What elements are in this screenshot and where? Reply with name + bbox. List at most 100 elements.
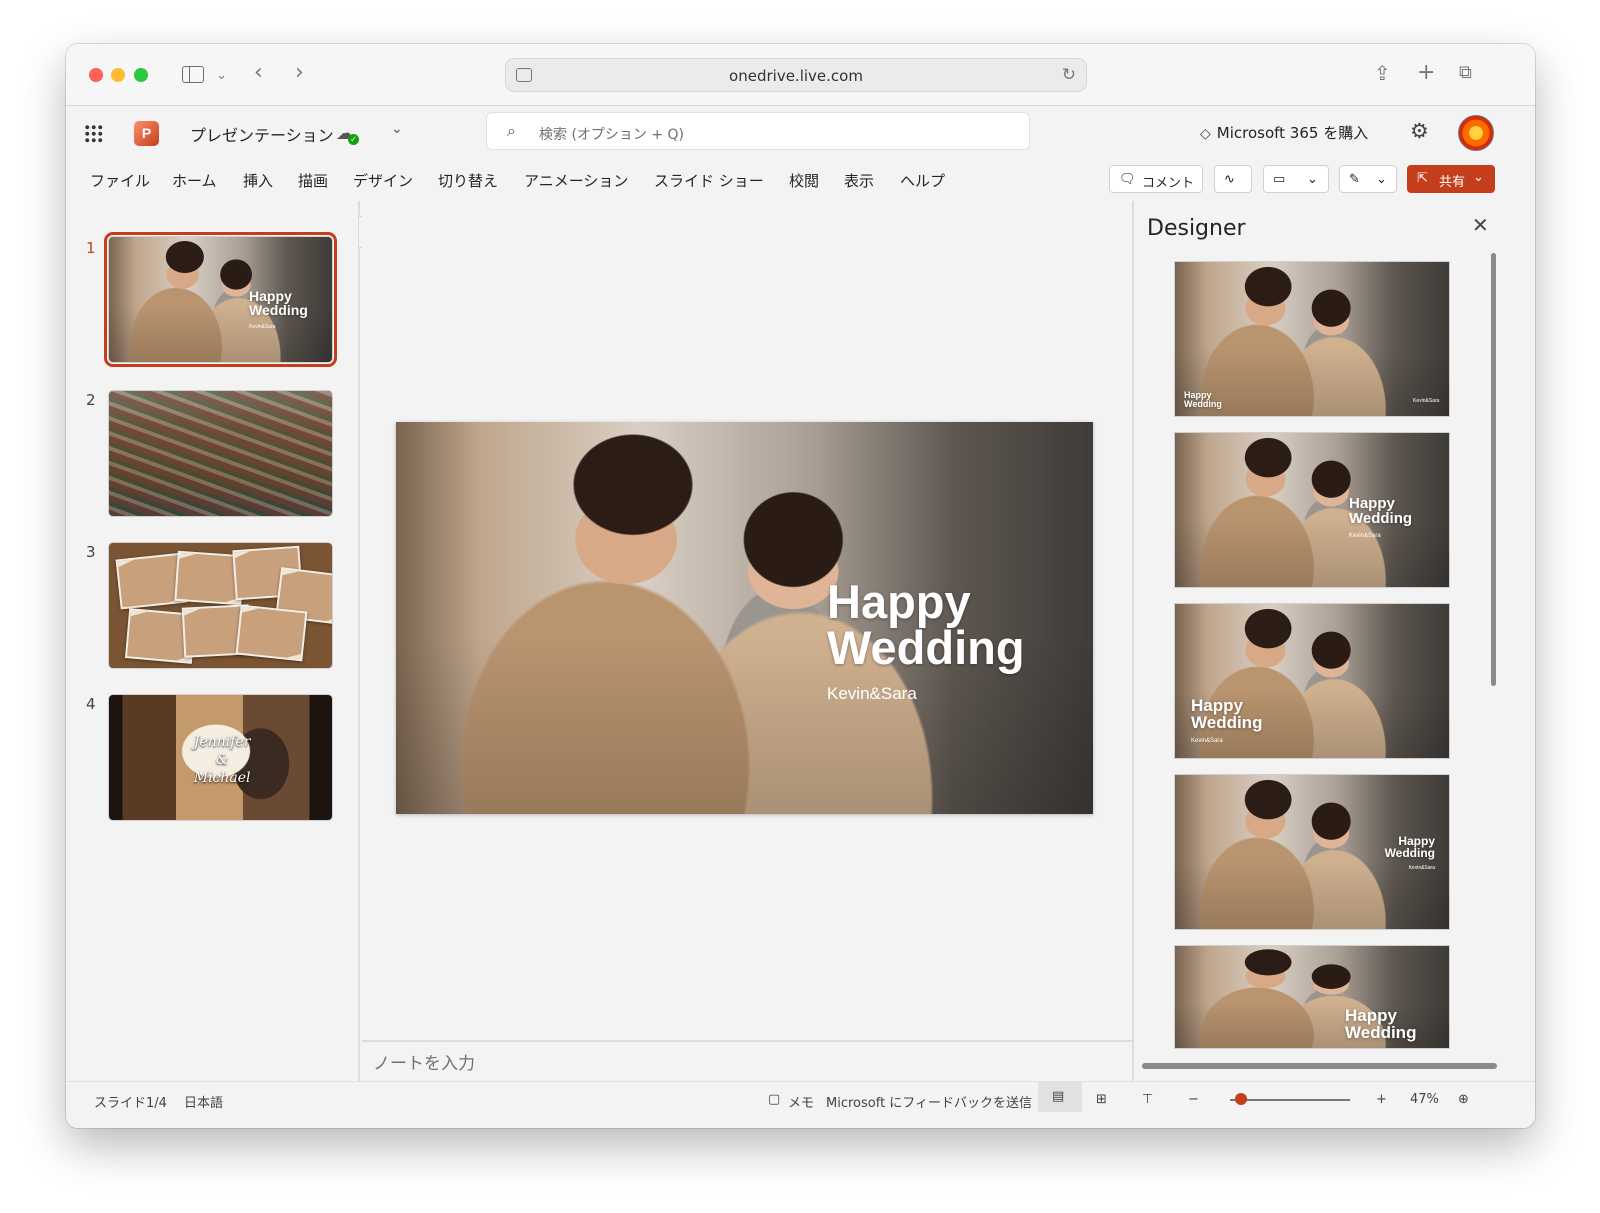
vertical-scrollbar[interactable] <box>1491 253 1496 686</box>
slide-thumbnails-panel: 1 Happy Wedding Kevin&Sara 2 3 4 Jennife… <box>66 201 360 1081</box>
slide-thumbnail-3[interactable] <box>108 542 333 669</box>
ribbon-tabs: ファイル ホーム 挿入 描画 デザイン 切り替え アニメーション スライド ショ… <box>66 157 1535 201</box>
check-icon: ✓ <box>348 134 359 145</box>
share-icon[interactable]: ⇪ <box>1374 62 1391 84</box>
tab-view[interactable]: 表示 <box>844 170 874 191</box>
editing-mode-button[interactable]: ✎ ⌄ <box>1339 165 1397 193</box>
close-icon[interactable]: ✕ <box>1472 213 1489 237</box>
zoom-window-button[interactable] <box>134 68 148 82</box>
chevron-down-icon[interactable]: ⌄ <box>216 65 227 87</box>
photo-collage <box>109 543 332 668</box>
design-title: Happy Wedding <box>1191 697 1262 731</box>
slide-counter: スライド1/4 <box>94 1096 167 1111</box>
title-line: Wedding <box>1345 1022 1417 1042</box>
horizontal-scrollbar[interactable] <box>1142 1063 1497 1069</box>
tab-help[interactable]: ヘルプ <box>900 170 945 191</box>
diamond-icon: ◇ <box>1200 126 1211 142</box>
slide-subtitle[interactable]: Kevin&Sara <box>827 684 917 704</box>
slide-thumbnail-4[interactable]: Jennifer & Michael <box>108 694 333 821</box>
slide-number: 1 <box>86 239 96 257</box>
document-title[interactable]: プレゼンテーション <box>190 122 334 146</box>
new-tab-icon[interactable]: + <box>1417 62 1435 84</box>
pencil-icon: ✎ <box>1349 172 1360 187</box>
address-bar[interactable]: onedrive.live.com ↻ <box>505 58 1087 92</box>
sidebar-icon[interactable] <box>182 66 204 83</box>
title-line: Wedding <box>827 621 1025 675</box>
reload-icon[interactable]: ↻ <box>1062 65 1076 85</box>
main-slide[interactable]: Happy Wedding Kevin&Sara <box>396 422 1093 814</box>
back-icon[interactable]: ‹ <box>254 62 263 84</box>
reading-view-icon[interactable]: ⊤ <box>1142 1092 1153 1107</box>
search-placeholder: 検索 (オプション + Q) <box>539 127 685 143</box>
comment-button[interactable]: 🗨 コメント <box>1109 165 1203 193</box>
chevron-down-icon[interactable]: ⌄ <box>391 121 403 137</box>
powerpoint-logo-icon[interactable]: P <box>134 121 159 146</box>
tab-transitions[interactable]: 切り替え <box>438 170 498 191</box>
minimize-window-button[interactable] <box>111 68 125 82</box>
tab-design[interactable]: デザイン <box>353 170 413 191</box>
app-launcher-icon[interactable] <box>84 124 103 143</box>
slide-title[interactable]: Happy Wedding <box>827 578 1025 675</box>
close-window-button[interactable] <box>89 68 103 82</box>
search-box[interactable]: ⌕ 検索 (オプション + Q) <box>486 112 1030 150</box>
tab-file[interactable]: ファイル <box>90 170 150 191</box>
tab-insert[interactable]: 挿入 <box>243 170 273 191</box>
couple-photo <box>1175 604 1449 758</box>
aerial-city-photo <box>109 391 332 516</box>
tab-draw[interactable]: 描画 <box>298 170 328 191</box>
buy-microsoft-365-button[interactable]: ◇ Microsoft 365 を購入 <box>1200 122 1368 143</box>
chevron-down-icon: ⌄ <box>1307 172 1318 187</box>
search-icon: ⌕ <box>507 121 516 140</box>
present-button[interactable]: ▭ ⌄ <box>1263 165 1329 193</box>
catch-up-button[interactable]: ∿ <box>1214 165 1252 193</box>
zoom-level[interactable]: 47% <box>1410 1092 1439 1107</box>
slide-thumbnail-2[interactable] <box>108 390 333 517</box>
slide-number: 3 <box>86 543 96 561</box>
notes-icon[interactable]: ▢ <box>768 1092 780 1107</box>
zoom-in-button[interactable]: + <box>1376 1092 1387 1107</box>
notes-button[interactable]: メモ <box>788 1092 814 1111</box>
zoom-out-button[interactable]: − <box>1188 1092 1199 1107</box>
slide-number: 2 <box>86 391 96 409</box>
fit-slide-icon[interactable]: ⊕ <box>1458 1092 1469 1107</box>
zoom-slider-thumb[interactable] <box>1235 1093 1248 1105</box>
gear-icon[interactable]: ⚙ <box>1410 119 1429 143</box>
title-line: Wedding <box>249 301 308 318</box>
design-idea-2[interactable]: Happy Wedding Kevin&Sara <box>1174 432 1450 588</box>
forward-icon[interactable]: › <box>295 62 304 84</box>
design-title: Happy Wedding <box>1349 496 1413 527</box>
chevron-down-icon: ⌄ <box>1376 172 1387 187</box>
tab-review[interactable]: 校閲 <box>789 170 819 191</box>
design-idea-1[interactable]: Happy Wedding Kevin&Sara <box>1174 261 1450 417</box>
tabs-icon[interactable]: ⧉ <box>1459 62 1472 84</box>
activity-icon: ∿ <box>1224 172 1235 187</box>
status-bar: スライド1/4 日本語 ▢ メモ Microsoft にフィードバックを送信 ▤… <box>66 1081 1535 1128</box>
design-idea-3[interactable]: Happy Wedding Kevin&Sara <box>1174 603 1450 759</box>
share-button[interactable]: ⇱ 共有 ⌄ <box>1407 165 1495 193</box>
normal-view-button[interactable]: ▤ <box>1038 1082 1082 1112</box>
title-line: Wedding <box>1349 509 1413 527</box>
design-subtitle: Kevin&Sara <box>1349 533 1381 539</box>
name-line: Michael <box>193 769 251 786</box>
design-subtitle: Kevin&Sara <box>1413 398 1440 404</box>
tab-animations[interactable]: アニメーション <box>524 170 628 191</box>
zoom-slider[interactable] <box>1230 1099 1350 1101</box>
slide-names-text: Jennifer & Michael <box>194 733 251 787</box>
design-title: Happy Wedding <box>1184 391 1222 409</box>
design-idea-4[interactable]: Happy Wedding Kevin&Sara <box>1174 774 1450 930</box>
share-label: 共有 <box>1439 175 1466 190</box>
notes-pane[interactable]: ノートを入力 <box>362 1040 1132 1080</box>
avatar[interactable] <box>1458 115 1494 151</box>
feedback-link[interactable]: Microsoft にフィードバックを送信 <box>826 1092 1032 1111</box>
slide-thumbnail-1[interactable]: Happy Wedding Kevin&Sara <box>104 232 337 367</box>
present-icon: ▭ <box>1273 172 1286 187</box>
language-indicator[interactable]: 日本語 <box>184 1092 223 1111</box>
designer-pane: Designer ✕ Happy Wedding Kevin&Sara Happ… <box>1132 201 1535 1081</box>
tab-home[interactable]: ホーム <box>172 170 217 191</box>
share-icon: ⇱ <box>1417 171 1428 186</box>
office-header: P プレゼンテーション ☁ ✓ ⌄ ⌕ 検索 (オプション + Q) ◇ Micr… <box>66 107 1535 157</box>
tab-slide-show[interactable]: スライド ショー <box>654 170 764 191</box>
name-line: Jennifer <box>193 733 251 750</box>
design-idea-5[interactable]: Happy Wedding <box>1174 945 1450 1049</box>
slide-sorter-icon[interactable]: ⊞ <box>1096 1092 1107 1107</box>
